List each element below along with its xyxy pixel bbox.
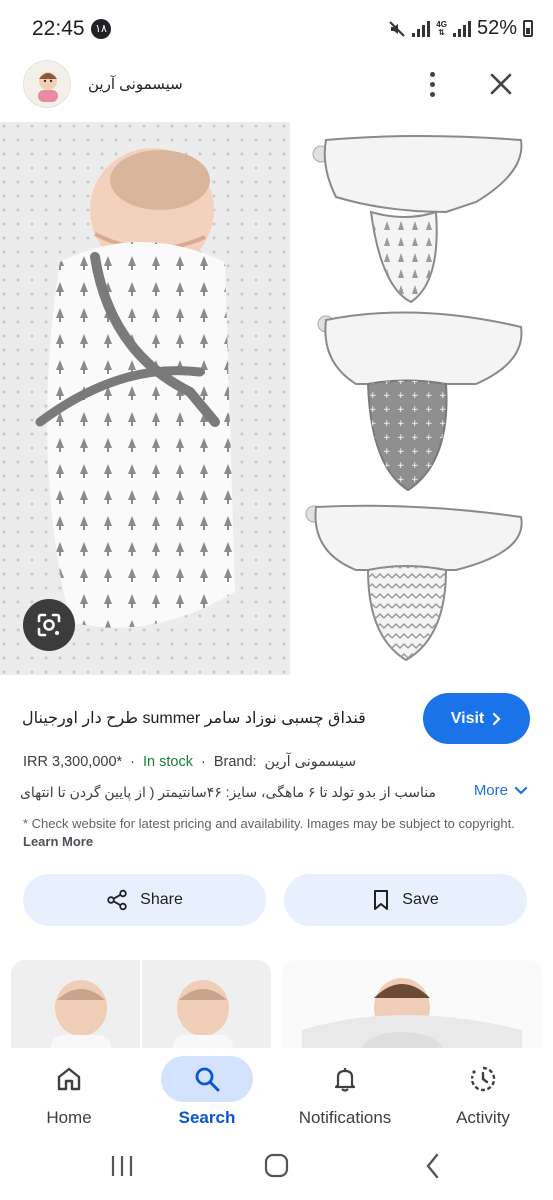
- nav-icon-container: [161, 1056, 253, 1102]
- system-nav-icons: [111, 1153, 439, 1179]
- nav-label: Home: [46, 1108, 92, 1127]
- back-icon[interactable]: [426, 1153, 439, 1179]
- visit-button[interactable]: Visit: [423, 693, 530, 744]
- more-button[interactable]: More: [474, 782, 528, 799]
- price: IRR 3,300,000*: [23, 754, 123, 770]
- brand-label: Brand:: [213, 754, 257, 770]
- nav-notifications[interactable]: Notifications: [276, 1048, 414, 1148]
- nav-label: Notifications: [298, 1108, 392, 1127]
- search-icon: [195, 1067, 220, 1092]
- nav-activity[interactable]: Activity: [414, 1048, 552, 1148]
- product-variants-image[interactable]: +: [296, 122, 553, 675]
- product-main-image[interactable]: [0, 122, 290, 675]
- stock-status: In stock: [143, 754, 193, 770]
- google-lens-icon: [37, 613, 61, 637]
- share-button[interactable]: Share: [23, 874, 266, 926]
- bookmark-icon: [374, 890, 389, 910]
- disclaimer: * Check website for latest pricing and a…: [23, 815, 523, 851]
- dot: [429, 91, 435, 97]
- nav-icon-container: [437, 1056, 529, 1102]
- history-icon: [470, 1066, 496, 1092]
- nav-home[interactable]: Home: [0, 1048, 138, 1148]
- related-result-card[interactable]: [11, 960, 271, 1060]
- bell-icon: [334, 1068, 356, 1092]
- related-image-babies: [11, 960, 271, 1060]
- swaddle-variants-illustration: +: [305, 135, 523, 662]
- site-name[interactable]: سیسمونی آرین: [88, 75, 183, 93]
- visit-label: Visit: [450, 709, 485, 727]
- site-avatar[interactable]: [23, 60, 71, 108]
- signal-icon-2: [452, 20, 471, 37]
- status-time: 22:45: [32, 17, 85, 40]
- notification-count-badge: ۱۸: [91, 19, 111, 39]
- separator-dot: ·: [130, 754, 135, 770]
- nav-icon-container: [23, 1056, 115, 1102]
- bottom-navigation: Home Search Notifications Activity: [0, 1048, 553, 1148]
- product-title[interactable]: قنداق چسبی نوزاد سامر summer طرح دار اور…: [22, 708, 402, 728]
- dot: [429, 71, 435, 77]
- brand-value: سیسمونی آرین: [264, 754, 357, 770]
- related-result-card[interactable]: [282, 960, 542, 1060]
- separator-dot: ·: [200, 754, 206, 770]
- description-row: مناسب از بدو تولد تا ۶ ماهگی، سایز: ۴۶سا…: [16, 782, 528, 806]
- price-row: IRR 3,300,000* · In stock · Brand: سیسمو…: [23, 754, 356, 770]
- home-system-icon[interactable]: [264, 1153, 289, 1178]
- more-options-button[interactable]: [417, 66, 447, 102]
- mute-icon: [389, 20, 406, 37]
- disclaimer-text: * Check website for latest pricing and a…: [23, 816, 515, 831]
- baby-swaddle-photo: [0, 122, 290, 675]
- chevron-right-icon: [493, 712, 501, 725]
- share-label: Share: [140, 891, 183, 908]
- status-bar: 22:45 ۱۸ 4G ⇅ 52%: [0, 0, 553, 58]
- battery-percent: 52%: [476, 17, 517, 39]
- share-icon: [107, 889, 127, 911]
- chevron-down-icon: [514, 786, 528, 795]
- dot: [429, 81, 435, 87]
- nav-search[interactable]: Search: [138, 1048, 276, 1148]
- viewer-header: سیسمونی آرین: [0, 58, 553, 116]
- learn-more-link[interactable]: Learn More: [23, 834, 93, 849]
- home-icon: [57, 1067, 81, 1091]
- more-label: More: [473, 782, 508, 799]
- close-button[interactable]: [484, 66, 518, 102]
- nav-label: Activity: [456, 1108, 510, 1127]
- lens-search-button[interactable]: [23, 599, 75, 651]
- nav-label: Search: [178, 1108, 236, 1127]
- close-icon: [490, 73, 512, 95]
- product-description: مناسب از بدو تولد تا ۶ ماهگی، سایز: ۴۶سا…: [16, 784, 436, 800]
- signal-icon: [412, 20, 431, 37]
- save-label: Save: [402, 891, 439, 908]
- related-image-baby: [282, 960, 542, 1060]
- recent-apps-icon[interactable]: [111, 1156, 133, 1176]
- status-icons: 4G ⇅ 52%: [388, 17, 533, 40]
- battery-icon: [523, 20, 533, 37]
- system-navigation-bar: [0, 1148, 553, 1200]
- save-button[interactable]: Save: [284, 874, 527, 926]
- network-type: 4G ⇅: [436, 19, 447, 37]
- nav-icon-container: [299, 1056, 391, 1102]
- baby-logo-icon: [38, 72, 58, 102]
